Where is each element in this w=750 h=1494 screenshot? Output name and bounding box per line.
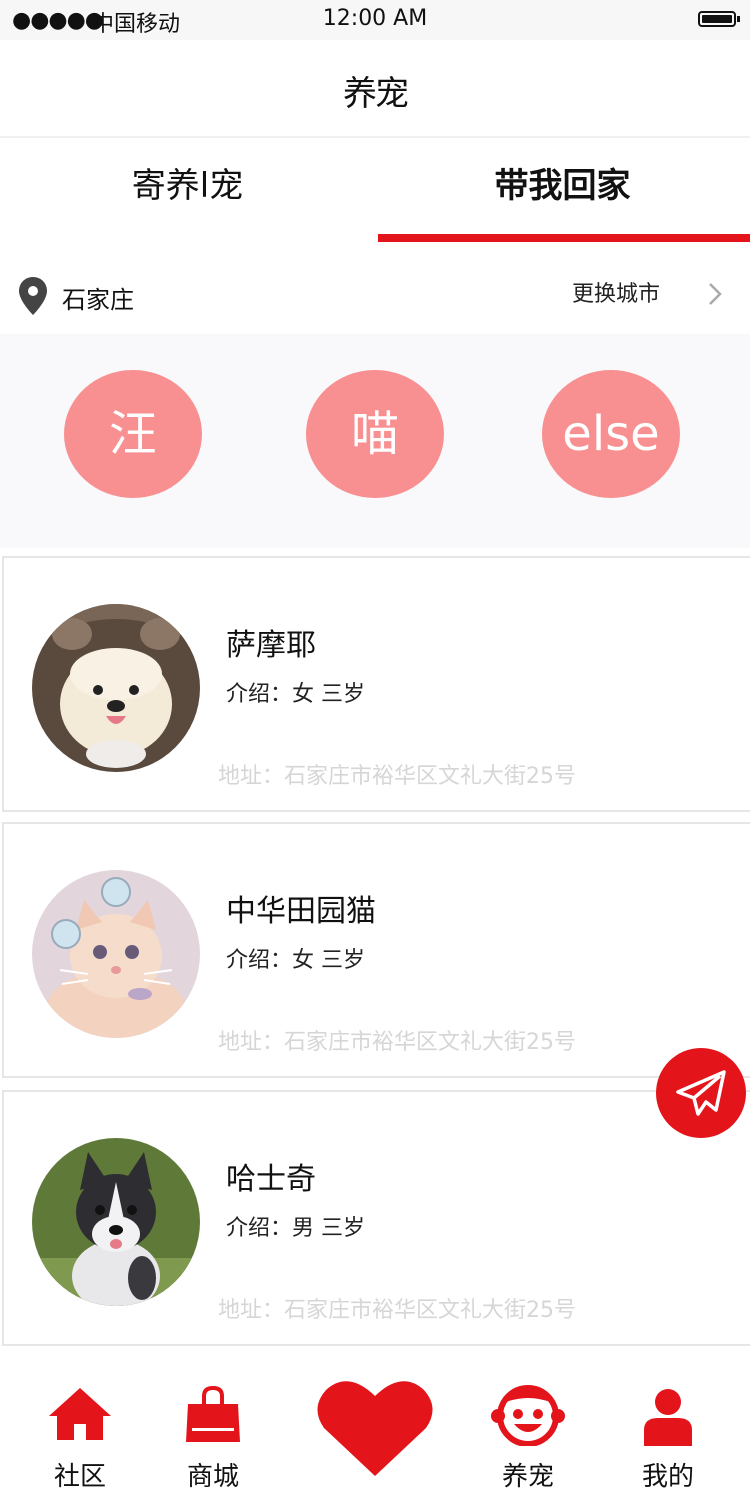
pet-intro: 介绍：男 三岁 bbox=[226, 1216, 365, 1241]
tab-foster[interactable]: 寄养l宠 bbox=[0, 138, 375, 242]
pet-name: 哈士奇 bbox=[226, 1162, 316, 1197]
pet-intro: 介绍：女 三岁 bbox=[226, 682, 365, 707]
paper-plane-icon bbox=[676, 1070, 726, 1116]
home-icon bbox=[49, 1388, 111, 1440]
category-filter: 汪 喵 else bbox=[0, 334, 750, 548]
pet-name: 中华田园猫 bbox=[226, 894, 376, 929]
pet-card[interactable]: 哈士奇 介绍：男 三岁 地址：石家庄市裕华区文礼大街25号 bbox=[2, 1090, 750, 1346]
location-bar: 石家庄 更换城市 bbox=[0, 248, 750, 334]
pet-name: 萨摩耶 bbox=[226, 628, 316, 663]
category-else-button[interactable]: else bbox=[542, 370, 680, 498]
pet-avatar-samoyed bbox=[32, 604, 200, 772]
pet-avatar-cat bbox=[32, 870, 200, 1038]
heart-icon bbox=[317, 1381, 433, 1476]
pet-intro: 介绍：女 三岁 bbox=[226, 948, 365, 973]
page-title: 养宠 bbox=[343, 74, 409, 114]
tab-favorite[interactable] bbox=[314, 1354, 436, 1494]
battery-icon bbox=[698, 11, 740, 27]
pet-card[interactable]: 中华田园猫 介绍：女 三岁 地址：石家庄市裕华区文礼大街25号 bbox=[2, 822, 750, 1078]
tab-take-me-home[interactable]: 带我回家 bbox=[375, 138, 750, 242]
tab-community[interactable]: 社区 bbox=[30, 1354, 130, 1494]
segment-tabs: 寄养l宠 带我回家 bbox=[0, 138, 750, 242]
tab-mine[interactable]: 我的 bbox=[618, 1354, 718, 1494]
status-time: 12:00 AM bbox=[322, 6, 428, 31]
tab-mall[interactable]: 商城 bbox=[163, 1354, 263, 1494]
tab-label: 我的 bbox=[641, 1462, 694, 1492]
tab-label: 社区 bbox=[53, 1462, 106, 1492]
category-cat-button[interactable]: 喵 bbox=[306, 370, 444, 498]
publish-button[interactable] bbox=[656, 1048, 746, 1138]
current-city: 石家庄 bbox=[62, 286, 134, 314]
pet-face-icon bbox=[491, 1385, 565, 1446]
nav-bar: 养宠 bbox=[0, 40, 750, 138]
shopping-bag-icon bbox=[186, 1386, 240, 1442]
user-icon bbox=[644, 1389, 692, 1446]
pet-card[interactable]: 萨摩耶 介绍：女 三岁 地址：石家庄市裕华区文礼大街25号 bbox=[2, 556, 750, 812]
change-city-button[interactable]: 更换城市 bbox=[572, 276, 660, 308]
pet-address: 地址：石家庄市裕华区文礼大街25号 bbox=[218, 1298, 576, 1323]
location-pin-icon bbox=[19, 277, 47, 315]
pet-avatar-husky bbox=[32, 1138, 200, 1306]
status-bar: ●●●●● 中国移动 12:00 AM bbox=[0, 0, 750, 40]
pet-address: 地址：石家庄市裕华区文礼大街25号 bbox=[218, 1030, 576, 1055]
bottom-tab-bar: 社区 商城 养宠 我的 bbox=[0, 1354, 750, 1494]
category-dog-button[interactable]: 汪 bbox=[64, 370, 202, 498]
tab-label: 商城 bbox=[186, 1462, 239, 1492]
tab-label: 养宠 bbox=[501, 1462, 554, 1492]
chevron-right-icon[interactable] bbox=[702, 280, 726, 308]
active-tab-indicator bbox=[378, 234, 750, 242]
pet-address: 地址：石家庄市裕华区文礼大街25号 bbox=[218, 764, 576, 789]
tab-raise-pet[interactable]: 养宠 bbox=[478, 1354, 578, 1494]
